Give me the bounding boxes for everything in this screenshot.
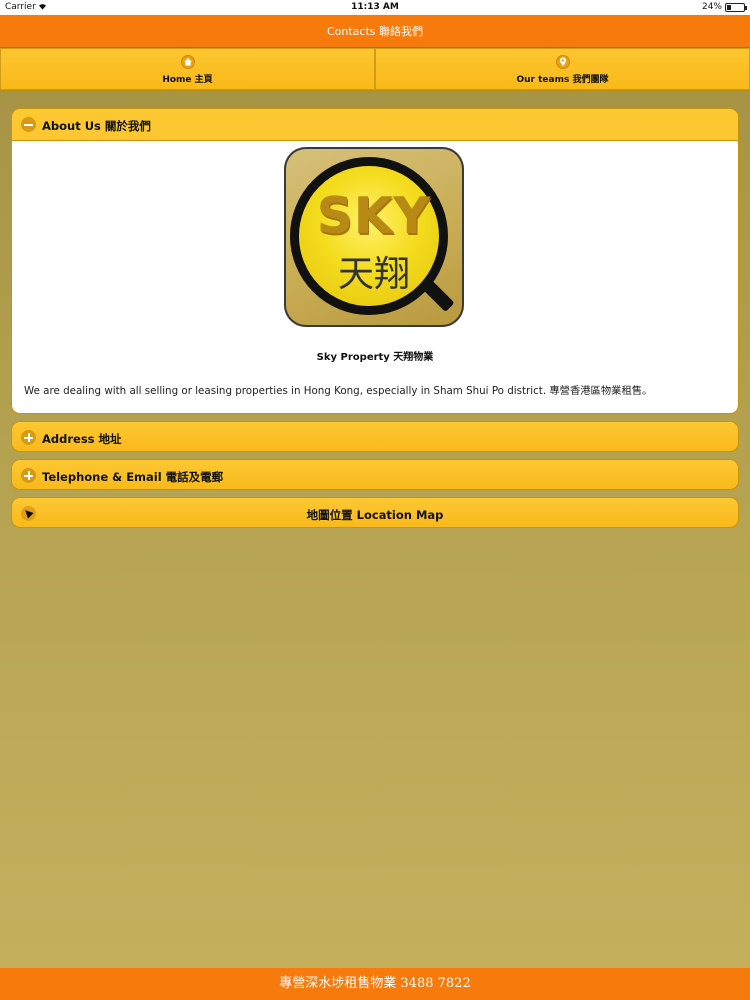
sky-property-logo: SKY 天翔 [284,147,464,327]
location-map-label: 地圖位置 Location Map [306,508,444,522]
logo-brand-en: SKY [317,187,431,245]
expand-icon [21,430,36,445]
address-section[interactable]: Address 地址 [11,421,739,452]
page-title: Contacts 聯絡我們 [0,15,750,48]
about-us-content: SKY 天翔 Sky Property 天翔物業 We are dealing … [12,141,738,413]
navigation-arrow-icon [21,506,36,521]
home-label: Home 主頁 [162,75,213,85]
about-us-header[interactable]: About Us 關於我們 [12,109,738,141]
home-button[interactable]: Home 主頁 [0,48,375,90]
company-description: We are dealing with all selling or leasi… [24,385,653,397]
home-icon [180,55,195,69]
company-name: Sky Property 天翔物業 [316,352,434,363]
location-map-button[interactable]: 地圖位置 Location Map [11,497,739,528]
collapse-icon [21,117,36,132]
footer-banner: 專營深水埗租售物業 3488 7822 [0,968,750,1000]
location-pin-icon [555,55,570,69]
expand-icon [21,468,36,483]
clock: 11:13 AM [351,2,399,12]
battery-percent: 24% [701,2,722,12]
our-teams-label: Our teams 我們團隊 [516,75,609,85]
top-nav: Home 主頁 Our teams 我們團隊 [0,48,750,91]
status-bar: Carrier 11:13 AM 24% [0,0,750,15]
telephone-email-section[interactable]: Telephone & Email 電話及電郵 [11,459,739,490]
our-teams-button[interactable]: Our teams 我們團隊 [375,48,750,90]
about-us-title: About Us 關於我們 [42,119,151,133]
battery-icon [725,3,747,12]
telephone-email-title: Telephone & Email 電話及電郵 [42,470,224,484]
logo-brand-zh: 天翔 [337,254,410,295]
about-us-section: About Us 關於我們 SKY 天翔 Sky Property 天翔物業 W… [11,108,739,414]
address-title: Address 地址 [42,432,122,446]
